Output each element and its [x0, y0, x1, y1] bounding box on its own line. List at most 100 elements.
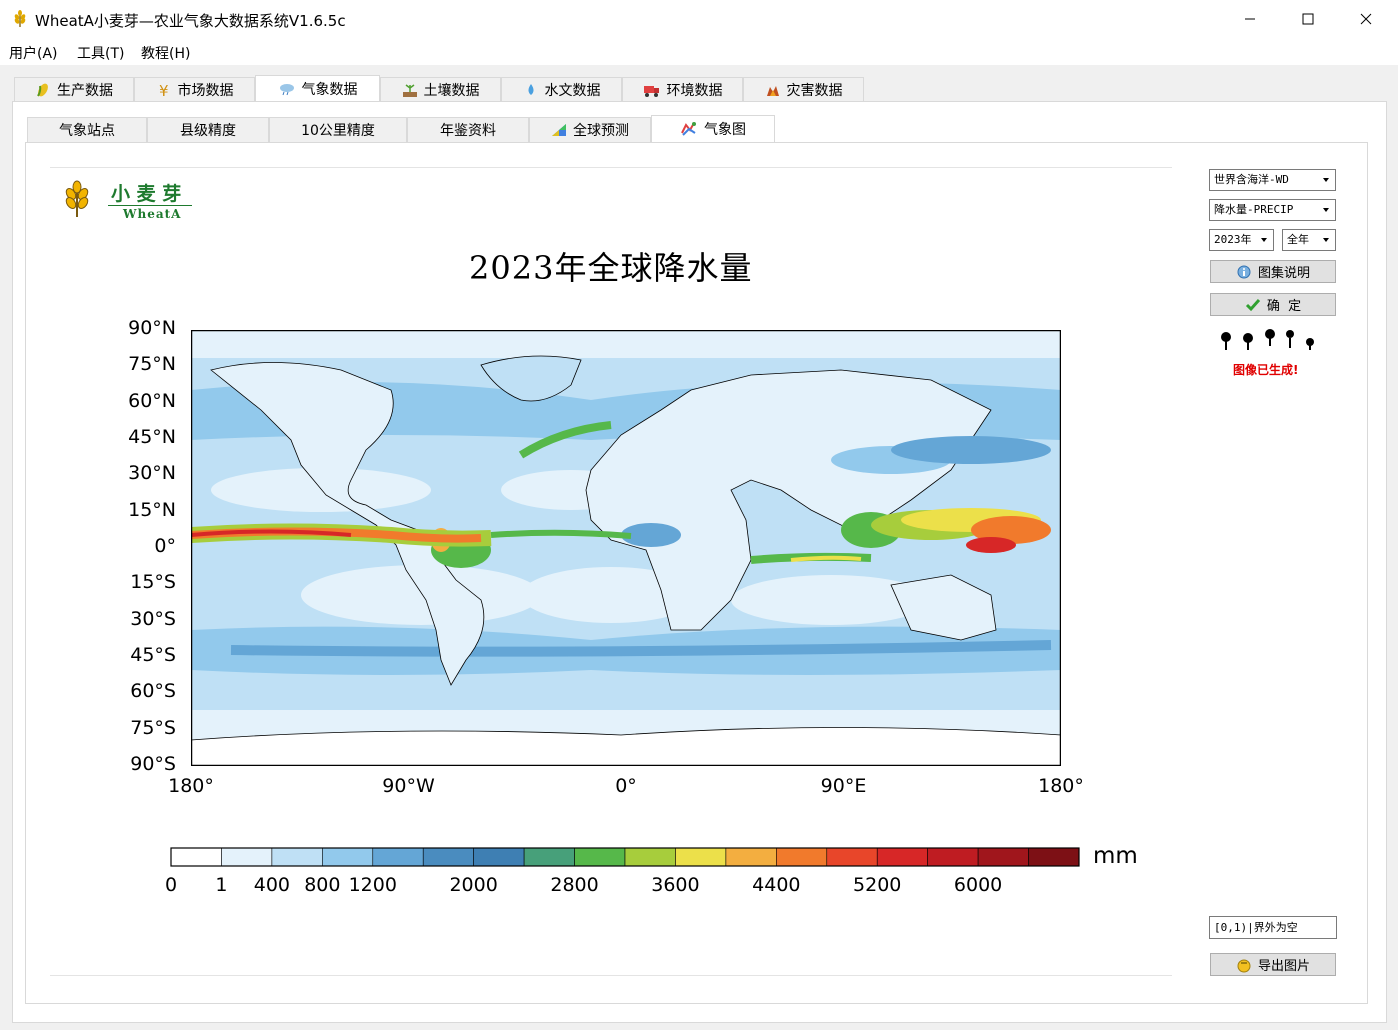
status-message: 图像已生成! [1233, 363, 1299, 377]
confirm-label: 确 定 [1266, 299, 1302, 314]
truck-icon [643, 85, 659, 97]
chart-icon [552, 124, 566, 136]
colorbar-swatch [523, 847, 575, 867]
colorbar-swatch [876, 847, 928, 867]
colorbar-swatch [927, 847, 979, 867]
export-image-button[interactable]: 导出图片 [1210, 953, 1336, 976]
lon-tick-label: 90°E [820, 775, 867, 797]
minimize-icon [1245, 18, 1255, 20]
colorbar-swatch [725, 847, 777, 867]
region-select[interactable]: 世界含海洋-WD [1209, 169, 1336, 191]
logo-rule [108, 205, 192, 206]
lat-tick-label: 75°S [130, 716, 176, 739]
colorbar-swatch [675, 847, 727, 867]
lat-tick-label: 0° [154, 535, 176, 557]
colorbar-swatch [170, 847, 222, 867]
tab-stations[interactable]: 气象站点 [27, 117, 147, 142]
colorbar-tick-label: 1200 [348, 874, 397, 896]
chevron-down-icon [1261, 238, 1267, 242]
close-button[interactable] [1337, 0, 1395, 38]
corn-icon [37, 83, 48, 97]
tab-global-forecast-label: 全球预测 [573, 123, 629, 139]
tab-soil-label: 土壤数据 [423, 82, 480, 99]
colorbar-swatch [372, 847, 424, 867]
tab-weather-map[interactable]: 气象图 [651, 115, 775, 142]
lat-tick-label: 45°N [128, 426, 176, 448]
person-icons [1221, 329, 1314, 350]
tab-soil[interactable]: 土壤数据 [380, 77, 501, 101]
tab-weather[interactable]: 气象数据 [255, 75, 380, 101]
svg-text:¥: ¥ [159, 82, 169, 98]
lon-tick-label: 180° [168, 775, 214, 797]
lat-tick-label: 75°N [128, 353, 176, 376]
cloud-rain-icon [279, 83, 294, 95]
tab-environment[interactable]: 环境数据 [622, 77, 743, 101]
menu-user[interactable]: 用户(A) [9, 43, 58, 63]
menu-tutorial[interactable]: 教程(H) [141, 43, 190, 63]
confirm-button[interactable]: 确 定 [1210, 293, 1336, 316]
colorbar-tick-label: 2000 [449, 874, 498, 896]
tab-weather-label: 气象数据 [301, 81, 358, 98]
tab-county[interactable]: 县级精度 [147, 117, 269, 142]
year-select[interactable]: 2023年 [1209, 229, 1274, 251]
year-select-value: 2023年 [1214, 233, 1252, 246]
checkmark-icon [1245, 298, 1260, 311]
colorbar-tick-label: 5200 [853, 874, 902, 896]
variable-select-value: 降水量-PRECIP [1214, 203, 1294, 216]
lon-tick-label: 90°W [382, 775, 435, 797]
legend-info-button[interactable]: 图集说明 [1210, 260, 1336, 283]
tab-county-label: 县级精度 [180, 123, 236, 139]
colorbar-swatch [826, 847, 878, 867]
colorbar-swatch [574, 847, 626, 867]
colorbar [170, 847, 1080, 867]
info-icon [1237, 265, 1251, 278]
tab-yearbook-label: 年鉴资料 [440, 123, 496, 139]
minimize-button[interactable] [1221, 0, 1279, 38]
colorbar-swatch [977, 847, 1029, 867]
colorbar-swatch [271, 847, 323, 867]
lon-tick-label: 180° [1038, 775, 1084, 797]
tab-10km[interactable]: 10公里精度 [269, 117, 407, 142]
period-select-value: 全年 [1287, 233, 1309, 246]
region-select-value: 世界含海洋-WD [1214, 173, 1289, 186]
maximize-button[interactable] [1279, 0, 1337, 38]
tab-production[interactable]: 生产数据 [14, 77, 134, 101]
colorbar-tick-label: 3600 [651, 874, 700, 896]
logo-text-cn: 小 麦 芽 [111, 183, 182, 205]
lat-tick-label: 30°S [130, 607, 176, 630]
period-select[interactable]: 全年 [1282, 229, 1336, 251]
colorbar-swatch [624, 847, 676, 867]
colorbar-tick-label: 6000 [953, 874, 1003, 896]
tab-hydrology-label: 水文数据 [544, 82, 601, 99]
variable-select[interactable]: 降水量-PRECIP [1209, 199, 1336, 221]
tab-stations-label: 气象站点 [59, 123, 115, 139]
map-icon [681, 122, 696, 136]
colorbar-swatch [1028, 847, 1080, 867]
tab-yearbook[interactable]: 年鉴资料 [407, 117, 529, 142]
weather-map-panel: 小 麦 芽 WheatA 2023年全球降水量 90°N 75°N 60°N 4… [25, 142, 1368, 1004]
colorbar-swatch [776, 847, 828, 867]
chevron-down-icon [1323, 238, 1329, 242]
lat-tick-label: 60°N [128, 389, 176, 412]
top-separator [50, 167, 1172, 168]
tab-global-forecast[interactable]: 全球预测 [529, 117, 651, 142]
chevron-down-icon [1323, 178, 1329, 182]
tab-disaster[interactable]: 灾害数据 [743, 77, 864, 101]
lat-tick-label: 60°S [130, 680, 176, 703]
tab-market[interactable]: ¥ 市场数据 [134, 77, 255, 101]
wheata-logo: 小 麦 芽 WheatA [63, 179, 193, 223]
tab-market-label: 市场数据 [177, 82, 234, 99]
tab-hydrology[interactable]: 水文数据 [501, 77, 622, 101]
lat-tick-label: 15°S [130, 571, 176, 594]
bottom-separator [50, 975, 1172, 976]
export-image-label: 导出图片 [1257, 959, 1310, 974]
title-bar: WheatA小麦芽—农业气象大数据系统V1.6.5c [0, 0, 1398, 38]
client-area: 生产数据 ¥ 市场数据 气象数据 土壤数据 水文数据 环境数据 灾害数据 气象站… [0, 65, 1398, 1030]
figure-title: 2023年全球降水量 [469, 249, 753, 287]
menu-bar: 用户(A) 工具(T) 教程(H) [0, 38, 1398, 65]
tab-production-label: 生产数据 [57, 82, 113, 99]
water-icon [528, 83, 533, 95]
menu-tools[interactable]: 工具(T) [77, 43, 124, 63]
colorbar-swatch [221, 847, 273, 867]
lat-tick-label: 15°N [128, 498, 176, 521]
